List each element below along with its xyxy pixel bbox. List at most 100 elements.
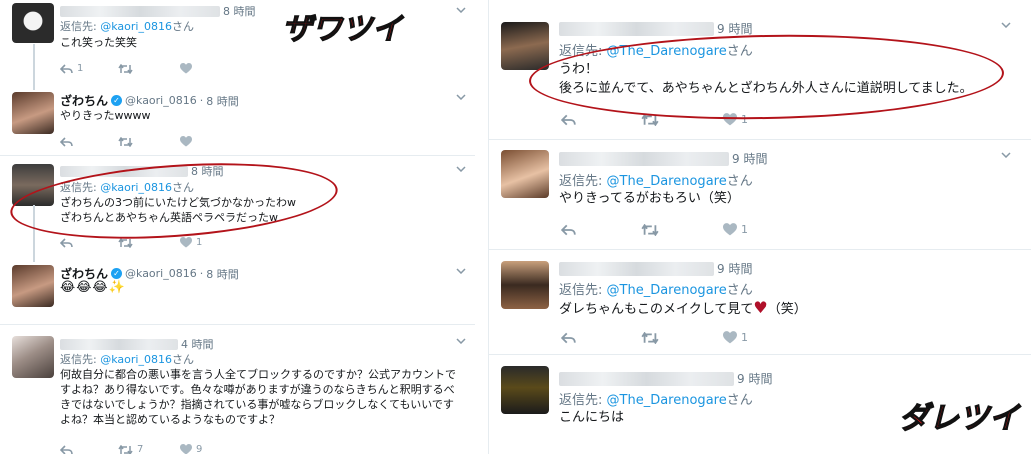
right-panel: 9 時間 返信先: @The_Darenogareさん うわ！ 後ろに並んでて、… [488, 0, 1031, 454]
blurred-name [559, 151, 729, 166]
retweet-button[interactable] [118, 237, 180, 248]
retweet-icon [641, 223, 659, 236]
label-zawatsui: ザワツイ [281, 11, 402, 47]
avatar[interactable] [12, 336, 54, 378]
reply-prefix: 返信先: [559, 174, 603, 189]
reply-button[interactable] [60, 136, 118, 147]
tweet-time[interactable]: 8 時間 [206, 93, 239, 109]
reply-prefix: 返信先: [60, 353, 97, 366]
heart-icon [180, 63, 192, 74]
heart-icon [723, 331, 737, 344]
heart-icon [723, 223, 737, 236]
tweet-time[interactable]: 9 時間 [717, 260, 752, 277]
tweet-1[interactable]: 8 時間 返信先: @kaori_0816さん これ笑った笑笑 1 [0, 0, 475, 86]
tweet-4[interactable]: ざわちん ✓ @kaori_0816 · 8 時間 😂😂😂✨ [0, 257, 475, 325]
like-button[interactable] [180, 63, 192, 74]
like-count: 1 [196, 237, 203, 248]
reply-handle-link[interactable]: @kaori_0816 [100, 353, 172, 366]
like-button[interactable]: 1 [723, 223, 748, 236]
retweet-icon [118, 136, 133, 147]
reply-handle-link[interactable]: @The_Darenogare [607, 393, 727, 408]
retweet-button[interactable] [641, 331, 723, 344]
like-count: 1 [741, 223, 748, 236]
avatar[interactable] [501, 261, 549, 309]
left-panel: 8 時間 返信先: @kaori_0816さん これ笑った笑笑 1 ざわちん ✓ [0, 0, 475, 454]
reply-button[interactable] [60, 237, 118, 248]
retweet-button[interactable]: 7 [118, 444, 180, 454]
tweet-header: 4 時間 [60, 336, 214, 352]
tweet-text-line: よね？本当と認めているようなものですよ？ [60, 413, 280, 426]
red-heart-emoji: ♥ [753, 298, 768, 317]
avatar[interactable] [12, 92, 54, 134]
retweet-icon [641, 331, 659, 344]
tweet-time[interactable]: 8 時間 [223, 3, 256, 19]
avatar[interactable] [501, 22, 549, 70]
reply-handle-link[interactable]: @The_Darenogare [607, 174, 727, 189]
reply-to: 返信先: @The_Darenogareさん [559, 279, 753, 298]
retweet-button[interactable] [118, 136, 180, 147]
tweet-header: 8 時間 [60, 3, 256, 19]
reply-icon [561, 114, 576, 125]
reply-button[interactable] [561, 332, 641, 344]
reply-button[interactable] [561, 114, 641, 126]
user-handle[interactable]: @kaori_0816 [125, 94, 197, 107]
like-button[interactable]: 1 [723, 331, 748, 344]
reply-tweet-3[interactable]: 9 時間 返信先: @The_Darenogareさん ダレちゃんもこのメイクし… [489, 251, 1031, 355]
reply-suffix: さん [726, 283, 753, 298]
reply-suffix: さん [171, 20, 194, 33]
chevron-down-icon[interactable] [456, 94, 466, 100]
chevron-down-icon[interactable] [456, 166, 466, 172]
chevron-down-icon[interactable] [456, 7, 466, 13]
verified-badge-icon: ✓ [111, 95, 123, 106]
reply-button[interactable] [561, 224, 641, 236]
tweet-time[interactable]: 4 時間 [181, 336, 214, 352]
tweet-time[interactable]: 9 時間 [737, 370, 772, 387]
tweet-header: 9 時間 [559, 20, 752, 37]
reply-handle-link[interactable]: @kaori_0816 [100, 20, 172, 33]
retweet-button[interactable] [641, 223, 723, 236]
tweet-actions: 1 [561, 223, 748, 236]
avatar[interactable] [12, 265, 54, 307]
tweet-text-line: きではないでしょうか？指摘されている事が嘘ならブロックしなくてもいいです [60, 398, 454, 411]
tweet-text: 😂😂😂✨ [60, 280, 126, 295]
user-handle[interactable]: @kaori_0816 [125, 267, 197, 280]
avatar[interactable] [12, 3, 54, 43]
avatar[interactable] [501, 366, 549, 414]
like-count: 1 [741, 331, 748, 344]
reply-icon [60, 444, 73, 454]
chevron-down-icon[interactable] [1001, 22, 1011, 28]
reply-handle-link[interactable]: @The_Darenogare [607, 283, 727, 298]
tweet-5[interactable]: 4 時間 返信先: @kaori_0816さん 何故自分に都合の悪い事を言う人全… [0, 326, 475, 454]
reply-count: 1 [77, 63, 84, 74]
tweet-header: 9 時間 [559, 150, 767, 167]
label-daretsui: ダレツイ [898, 400, 1019, 436]
avatar[interactable] [501, 150, 549, 198]
display-name[interactable]: ざわちん [60, 92, 108, 109]
chevron-down-icon[interactable] [456, 268, 466, 274]
tweet-text: やりきってるがおもろい（笑） [559, 191, 740, 206]
panel-gap [475, 0, 488, 454]
reply-prefix: 返信先: [60, 20, 97, 33]
reply-button[interactable]: 1 [60, 63, 118, 74]
reply-button[interactable] [60, 444, 118, 454]
retweet-button[interactable] [118, 63, 180, 74]
reply-icon [60, 63, 73, 74]
reply-tweet-2[interactable]: 9 時間 返信先: @The_Darenogareさん やりきってるがおもろい（… [489, 140, 1031, 250]
like-button[interactable]: 9 [180, 444, 202, 454]
tweet-text: 何故自分に都合の悪い事を言う人全てブロックするのですか？公式アカウントで すよね… [60, 367, 470, 427]
tweet-text-line: 何故自分に都合の悪い事を言う人全てブロックするのですか？公式アカウントで [60, 368, 456, 381]
tweet-time[interactable]: 9 時間 [732, 150, 767, 167]
like-button[interactable]: 1 [180, 237, 202, 248]
reply-suffix: さん [171, 353, 194, 366]
reply-to: 返信先: @The_Darenogareさん [559, 170, 753, 189]
chevron-down-icon[interactable] [456, 338, 466, 344]
reply-suffix: さん [726, 393, 753, 408]
tweet-actions: 7 9 [60, 444, 202, 454]
chevron-down-icon[interactable] [1001, 152, 1011, 158]
tweet-2[interactable]: ざわちん ✓ @kaori_0816 · 8 時間 やりきったwwww [0, 86, 475, 156]
like-button[interactable] [180, 136, 192, 147]
blurred-name [60, 5, 220, 17]
reply-icon [561, 332, 576, 343]
heart-icon [180, 237, 192, 248]
tweet-time[interactable]: 8 時間 [206, 266, 239, 282]
